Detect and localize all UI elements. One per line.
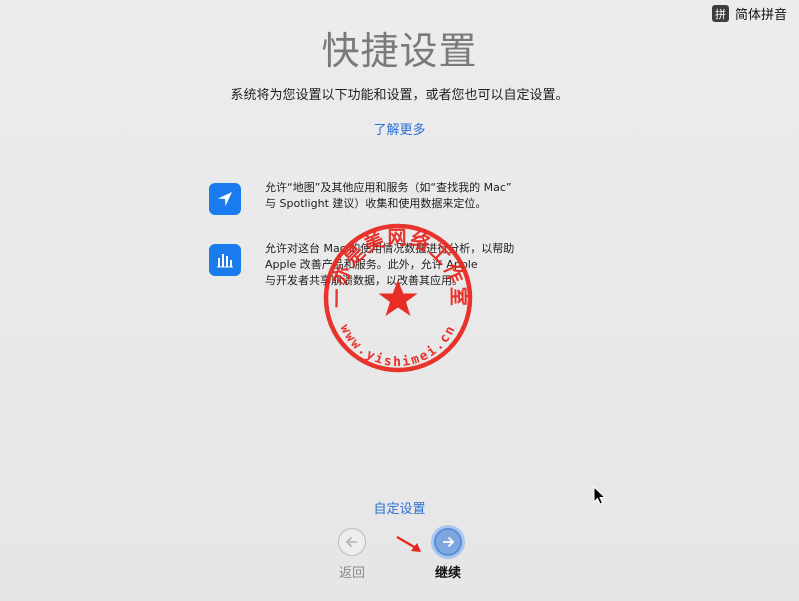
back-arrow-icon [338,528,366,556]
option-line: Apple 改善产品和服务。此外，允许 Apple [265,258,478,271]
option-line: 允许“地图”及其他应用和服务（如“查找我的 Mac” [265,181,512,194]
back-button[interactable]: 返回 [322,528,382,581]
custom-setup-link[interactable]: 自定设置 [0,498,799,517]
location-services-text: 允许“地图”及其他应用和服务（如“查找我的 Mac” 与 Spotlight 建… [265,180,565,212]
location-arrow-icon [209,183,241,215]
bar-chart-icon [209,244,241,276]
continue-button[interactable]: 继续 [418,528,478,581]
continue-label: 继续 [434,566,461,581]
forward-arrow-icon [434,528,462,556]
location-services-option: 允许“地图”及其他应用和服务（如“查找我的 Mac” 与 Spotlight 建… [209,180,565,215]
page-title: 快捷设置 [321,29,478,73]
analytics-option: 允许对这台 Mac 的使用情况数据进行分析，以帮助 Apple 改善产品和服务。… [209,241,565,289]
svg-text:www.yishimei.cn: www.yishimei.cn [337,322,460,370]
stamp-url: www.yishimei.cn [337,322,458,370]
pointer-arrow-icon [396,536,421,552]
page-subtitle: 系统将为您设置以下功能和设置，或者您也可以自定设置。 [230,88,569,103]
option-line: 与 Spotlight 建议）收集和使用数据来定位。 [265,197,487,210]
analytics-text: 允许对这台 Mac 的使用情况数据进行分析，以帮助 Apple 改善产品和服务。… [265,241,565,289]
option-line: 与开发者共享崩溃数据，以改善其应用。 [265,274,463,287]
back-label: 返回 [338,566,365,581]
mouse-cursor-icon [593,486,607,505]
option-line: 允许对这台 Mac 的使用情况数据进行分析，以帮助 [265,242,515,255]
learn-more-link[interactable]: 了解更多 [0,119,799,138]
